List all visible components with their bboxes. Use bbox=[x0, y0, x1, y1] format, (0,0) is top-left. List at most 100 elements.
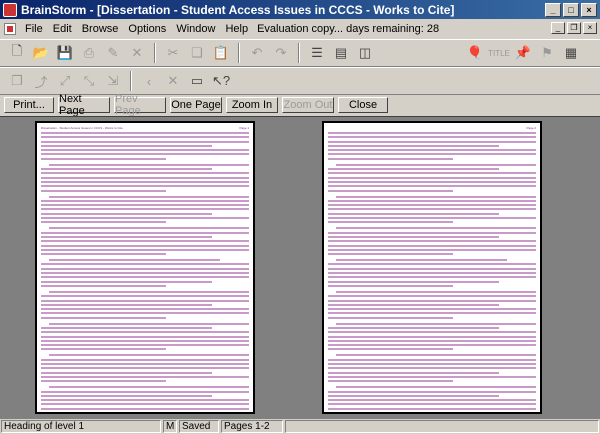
text-line bbox=[41, 295, 249, 298]
text-line bbox=[41, 267, 249, 270]
back-icon[interactable]: ‹ bbox=[138, 70, 160, 92]
redo-icon[interactable]: ↷ bbox=[270, 42, 292, 64]
view-icon[interactable]: ▤ bbox=[330, 42, 352, 64]
expand-icon[interactable]: ⤢ bbox=[54, 70, 76, 92]
title-icon[interactable]: TITLE bbox=[488, 42, 510, 64]
pin-icon[interactable]: 📌 bbox=[512, 42, 534, 64]
page-header: Page 2 bbox=[328, 126, 536, 130]
text-line bbox=[328, 295, 536, 298]
page-text-lines bbox=[41, 132, 249, 414]
text-line bbox=[41, 136, 249, 139]
minimize-button[interactable]: _ bbox=[545, 2, 561, 17]
close-preview-button[interactable]: Close bbox=[338, 97, 388, 113]
menu-help[interactable]: Help bbox=[220, 23, 253, 35]
text-line bbox=[49, 322, 249, 325]
text-line bbox=[328, 235, 499, 238]
text-line bbox=[41, 189, 166, 192]
text-line bbox=[336, 290, 536, 293]
text-line bbox=[41, 394, 212, 397]
text-line bbox=[41, 263, 249, 266]
menu-options[interactable]: Options bbox=[123, 23, 171, 35]
text-line bbox=[41, 248, 249, 251]
text-line bbox=[41, 180, 249, 183]
print-icon[interactable]: ⎙ bbox=[78, 42, 100, 64]
brainstorm-app-icon[interactable] bbox=[3, 2, 17, 17]
grid-icon[interactable]: ▦ bbox=[560, 42, 582, 64]
text-line bbox=[328, 339, 536, 342]
outline-icon[interactable]: ☰ bbox=[306, 42, 328, 64]
text-line bbox=[328, 299, 536, 302]
help-cursor-icon[interactable]: ↖? bbox=[210, 70, 232, 92]
zoom-out-button[interactable]: Zoom Out bbox=[282, 97, 334, 113]
text-line bbox=[328, 344, 536, 347]
print-button[interactable]: Print... bbox=[4, 97, 54, 113]
paste-icon[interactable]: 📋 bbox=[210, 42, 232, 64]
menu-file[interactable]: File bbox=[20, 23, 48, 35]
close-button[interactable]: × bbox=[581, 2, 597, 17]
doc-close-button[interactable]: × bbox=[583, 22, 597, 34]
close-window-icon[interactable]: ✕ bbox=[162, 70, 184, 92]
status-saved: Saved bbox=[179, 420, 219, 433]
page-number: Page 2 bbox=[526, 126, 536, 130]
doc-minimize-button[interactable]: _ bbox=[551, 22, 565, 34]
text-line bbox=[41, 276, 249, 279]
text-line bbox=[41, 132, 249, 134]
text-line bbox=[328, 199, 536, 202]
menu-edit[interactable]: Edit bbox=[48, 23, 77, 35]
save-icon[interactable]: 💾 bbox=[54, 42, 76, 64]
undo-icon[interactable]: ↶ bbox=[246, 42, 268, 64]
copy-icon[interactable]: ❏ bbox=[186, 42, 208, 64]
delete-icon[interactable]: ✕ bbox=[126, 42, 148, 64]
doc-restore-button[interactable]: ❐ bbox=[567, 22, 581, 34]
text-line bbox=[41, 407, 249, 410]
document-icon[interactable] bbox=[4, 23, 16, 35]
next-page-button[interactable]: Next Page bbox=[58, 93, 110, 117]
window-title: BrainStorm - [Dissertation - Student Acc… bbox=[21, 2, 455, 17]
prev-page-button[interactable]: Prev Page bbox=[114, 93, 166, 117]
menu-browse[interactable]: Browse bbox=[77, 23, 124, 35]
text-line bbox=[328, 144, 499, 147]
text-line bbox=[41, 412, 166, 414]
tools-icon[interactable]: ✎ bbox=[102, 42, 124, 64]
preview-page-2[interactable]: Page 2 bbox=[322, 121, 542, 414]
text-line bbox=[41, 380, 166, 383]
page-text-lines bbox=[328, 132, 536, 412]
secondary-toolbar: ❐ ⤴ ⤢ ⤡ ⇲ ‹ ✕ ▭ ↖? bbox=[0, 67, 600, 95]
text-line bbox=[41, 185, 249, 188]
text-line bbox=[328, 367, 536, 370]
bookmark-icon[interactable]: ⚑ bbox=[536, 42, 558, 64]
zoom-in-button[interactable]: Zoom In bbox=[226, 97, 278, 113]
maximize-button[interactable]: □ bbox=[563, 2, 579, 17]
balloon-icon[interactable]: 🎈 bbox=[464, 42, 486, 64]
text-line bbox=[41, 299, 249, 302]
arrow-icon[interactable]: ⇲ bbox=[102, 70, 124, 92]
menu-bar: File Edit Browse Options Window Help Eva… bbox=[0, 20, 600, 38]
text-line bbox=[41, 240, 249, 243]
open-folder-icon[interactable]: 📂 bbox=[30, 42, 52, 64]
text-line bbox=[328, 221, 453, 224]
text-line bbox=[41, 204, 249, 207]
text-line bbox=[41, 272, 249, 275]
text-line bbox=[49, 386, 249, 389]
collapse-icon[interactable]: ⤡ bbox=[78, 70, 100, 92]
text-line bbox=[41, 308, 249, 311]
one-page-button[interactable]: One Page bbox=[170, 97, 222, 113]
split-view-icon[interactable]: ◫ bbox=[354, 42, 376, 64]
link-icon[interactable]: ⤴ bbox=[30, 70, 52, 92]
text-line bbox=[328, 185, 536, 188]
doc-copy-icon[interactable]: ❐ bbox=[6, 70, 28, 92]
text-line bbox=[328, 240, 536, 243]
new-icon[interactable]: 🗋 bbox=[6, 42, 28, 64]
preview-page-1[interactable]: Dissertation - Student Access Issues in … bbox=[35, 121, 255, 414]
text-line bbox=[41, 153, 249, 156]
menu-window[interactable]: Window bbox=[171, 23, 220, 35]
cut-icon[interactable]: ✂ bbox=[162, 42, 184, 64]
text-line bbox=[41, 157, 166, 160]
window-icon[interactable]: ▭ bbox=[186, 70, 208, 92]
text-line bbox=[41, 168, 212, 171]
text-line bbox=[328, 172, 536, 175]
text-line bbox=[328, 244, 536, 247]
text-line bbox=[336, 322, 536, 325]
text-line bbox=[41, 176, 249, 179]
text-line bbox=[41, 371, 212, 374]
